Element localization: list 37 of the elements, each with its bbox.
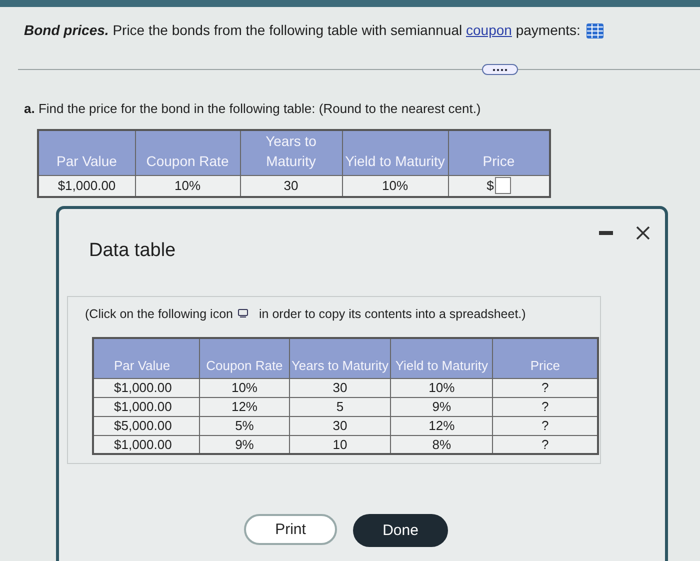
close-button[interactable] <box>635 225 651 241</box>
column-header: Yield to Maturity <box>342 130 448 175</box>
print-button[interactable]: Print <box>244 514 337 546</box>
done-button[interactable]: Done <box>353 514 448 548</box>
table-cell: 5% <box>200 416 290 436</box>
column-header: Yield to Maturity <box>390 338 493 378</box>
more-button[interactable] <box>482 64 518 75</box>
column-header: Price <box>448 130 550 175</box>
table-cell: 10% <box>200 378 290 398</box>
column-header: Price <box>492 338 598 378</box>
currency-sign: $ <box>486 177 494 195</box>
table-grid-icon[interactable] <box>586 22 604 38</box>
dialog-title: Data table <box>89 239 176 263</box>
table-cell: $1,000.00 <box>93 378 200 398</box>
column-header: Par Value <box>38 130 135 175</box>
table-cell: $1,000.00 <box>93 397 200 416</box>
table-cell: 30 <box>289 378 391 398</box>
copy-icon[interactable] <box>238 309 248 318</box>
table-cell: 10% <box>390 378 493 398</box>
table-cell: $5,000.00 <box>93 416 200 436</box>
table-cell: 9% <box>390 397 493 416</box>
part-a-prompt: a. Find the price for the bond in the following table: (Round to the nearest cent.) <box>23 100 482 118</box>
question-text: Bond prices. Price the bonds from the following table with semiannual coupon payments: <box>24 21 580 40</box>
table-cell: 12% <box>200 397 290 416</box>
table-cell: 5 <box>289 397 391 416</box>
column-header: Coupon Rate <box>200 338 290 378</box>
column-header: Coupon Rate <box>135 130 240 175</box>
instruction-text: in order to copy its contents into a spreadsheet.) <box>259 306 526 323</box>
table-cell: 30 <box>289 416 391 436</box>
close-icon <box>635 225 651 241</box>
column-header: Years to Maturity <box>240 130 342 175</box>
column-header: Par Value <box>93 338 200 378</box>
price-input[interactable] <box>494 177 511 194</box>
coupon-link[interactable]: coupon <box>466 22 512 38</box>
table-cell: 12% <box>390 416 493 436</box>
instruction-text: (Click on the following icon <box>85 306 233 323</box>
column-header: Years to Maturity <box>289 338 391 378</box>
